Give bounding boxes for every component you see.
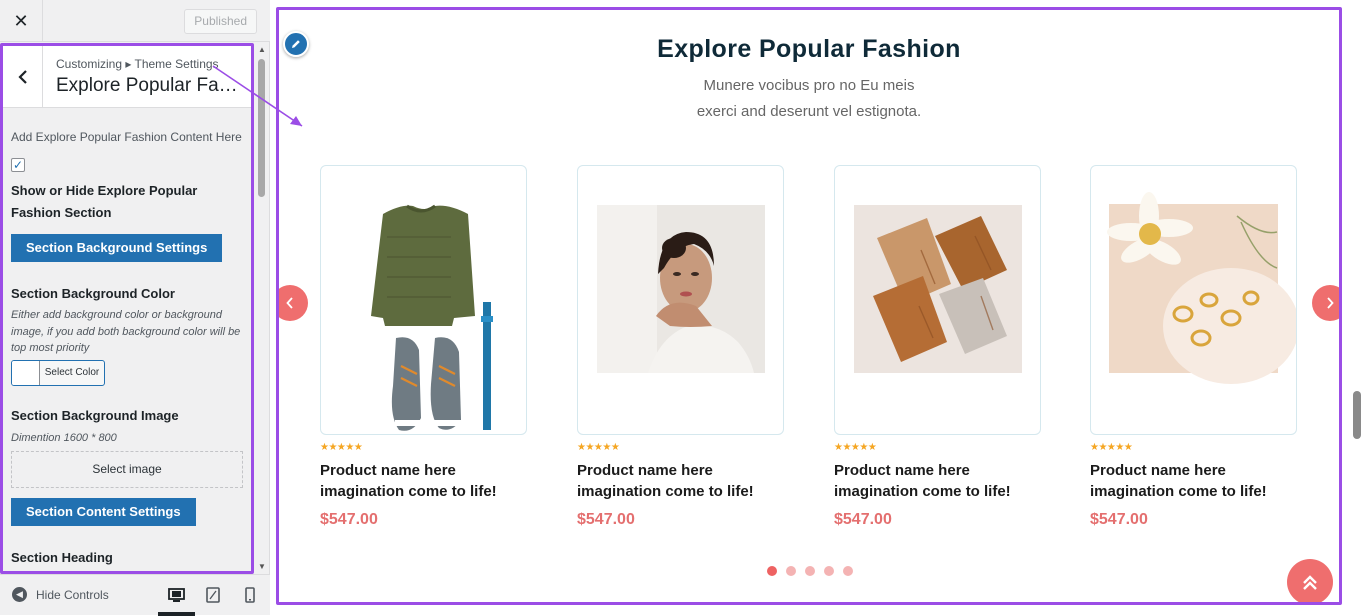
- breadcrumb: Customizing ▸ Theme Settings: [56, 57, 219, 71]
- show-section-checkbox[interactable]: ✓: [11, 158, 25, 172]
- panel-title: Explore Popular Fashion: [56, 75, 246, 96]
- customizer-header: ✕ Published: [0, 0, 270, 42]
- section-title: Explore Popular Fashion: [657, 35, 961, 63]
- mobile-icon[interactable]: [240, 585, 260, 605]
- customizer-sidebar: ✕ Published Customizing ▸ Theme Settings…: [0, 0, 270, 616]
- carousel-next-button[interactable]: [1312, 285, 1339, 321]
- tablet-icon[interactable]: [203, 585, 223, 605]
- show-section-label: Show or Hide Explore Popular Fashion Sec…: [11, 183, 198, 220]
- rating-stars: ★★★★★: [577, 442, 620, 453]
- subtitle-line-2: exerci and deserunt vel estignota.: [696, 103, 922, 120]
- rating-stars: ★★★★★: [320, 442, 363, 453]
- bg-color-note: Either add background color or backgroun…: [11, 309, 241, 354]
- product-image[interactable]: [834, 165, 1041, 435]
- select-color-button[interactable]: Select Color: [11, 360, 105, 386]
- scroll-down-icon[interactable]: ▼: [258, 562, 266, 571]
- color-swatch: [12, 361, 40, 385]
- product-name[interactable]: Product name here imagination come to li…: [577, 460, 784, 502]
- scroll-thumb[interactable]: [258, 59, 265, 197]
- carousel-prev-button[interactable]: [279, 285, 308, 321]
- chevron-left-icon: [17, 69, 27, 84]
- product-image[interactable]: [320, 165, 527, 435]
- subtitle-line-1: Munere vocibus pro no Eu meis: [703, 77, 915, 94]
- carousel-dot[interactable]: [786, 566, 796, 576]
- site-preview: Explore Popular Fashion Munere vocibus p…: [276, 7, 1342, 605]
- bg-image-label: Section Background Image: [11, 408, 179, 423]
- double-chevron-up-icon: [1303, 575, 1317, 590]
- published-button[interactable]: Published: [184, 9, 257, 34]
- bg-color-label: Section Background Color: [11, 286, 175, 301]
- rating-stars: ★★★★★: [834, 442, 877, 453]
- bg-image-note: Dimention 1600 * 800: [11, 432, 117, 444]
- content-settings-button[interactable]: Section Content Settings: [11, 498, 196, 526]
- product-price: $547.00: [320, 511, 378, 528]
- chevron-left-icon: [286, 297, 293, 309]
- product-image[interactable]: [577, 165, 784, 435]
- product-name[interactable]: Product name here imagination come to li…: [834, 460, 1041, 502]
- carousel-dot[interactable]: [767, 566, 777, 576]
- product-name[interactable]: Product name here imagination come to li…: [320, 460, 527, 502]
- carousel-dot[interactable]: [824, 566, 834, 576]
- scroll-to-top-button[interactable]: [1287, 559, 1333, 602]
- customizer-footer: ◀ Hide Controls: [0, 574, 270, 616]
- section-heading-label: Section Heading: [11, 550, 113, 565]
- product-name[interactable]: Product name here imagination come to li…: [1090, 460, 1297, 502]
- collapse-icon: ◀: [12, 587, 27, 602]
- scroll-up-icon[interactable]: ▲: [258, 45, 266, 54]
- desktop-icon[interactable]: [166, 585, 186, 605]
- select-image-button[interactable]: Select image: [11, 451, 243, 488]
- background-settings-button[interactable]: Section Background Settings: [11, 234, 223, 262]
- product-price: $547.00: [1090, 511, 1148, 528]
- section-subtitle: Munere vocibus pro no Eu meis exerci and…: [279, 73, 1339, 125]
- section-panel: Customizing ▸ Theme Settings Explore Pop…: [0, 43, 254, 574]
- select-color-label: Select Color: [44, 367, 100, 378]
- carousel-dots: [767, 566, 853, 576]
- active-device-indicator: [158, 612, 195, 616]
- hide-controls-button[interactable]: ◀ Hide Controls: [12, 587, 109, 602]
- chevron-right-icon: [1327, 297, 1334, 309]
- rating-stars: ★★★★★: [1090, 442, 1133, 453]
- panel-scrollbar[interactable]: ▲ ▼: [256, 43, 268, 574]
- hide-controls-label: Hide Controls: [36, 587, 109, 602]
- carousel-dot[interactable]: [843, 566, 853, 576]
- back-button[interactable]: [3, 46, 43, 107]
- panel-header: Customizing ▸ Theme Settings Explore Pop…: [3, 46, 251, 108]
- close-icon[interactable]: ✕: [0, 0, 43, 42]
- carousel-dot[interactable]: [805, 566, 815, 576]
- product-price: $547.00: [577, 511, 635, 528]
- preview-scrollbar-thumb[interactable]: [1353, 391, 1361, 439]
- panel-description: Add Explore Popular Fashion Content Here: [11, 130, 242, 144]
- product-image[interactable]: [1090, 165, 1297, 435]
- product-price: $547.00: [834, 511, 892, 528]
